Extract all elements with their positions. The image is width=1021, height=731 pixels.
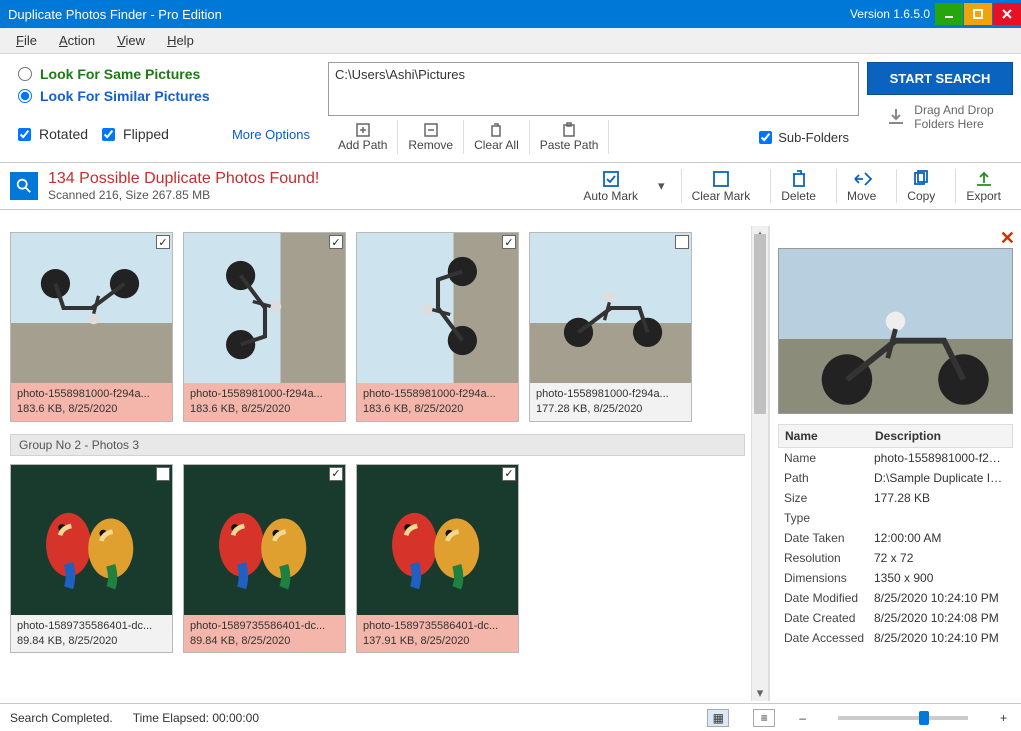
menu-help[interactable]: Help: [157, 31, 204, 50]
thumbnail-info: 137.91 KB, 8/25/2020: [363, 634, 512, 649]
paste-path-button[interactable]: Paste Path: [530, 120, 610, 154]
radio-same-pictures[interactable]: Look For Same Pictures: [18, 66, 310, 82]
radio-similar-pictures[interactable]: Look For Similar Pictures: [18, 88, 310, 104]
checkbox-rotated[interactable]: Rotated: [18, 126, 88, 142]
results-subtitle: Scanned 216, Size 267.85 MB: [48, 188, 563, 202]
thumbnail-filename: photo-1558981000-f294a...: [363, 387, 512, 402]
zoom-in-button[interactable]: +: [996, 711, 1011, 725]
vertical-scrollbar[interactable]: ▴ ▾: [751, 226, 769, 701]
thumbnail-filename: photo-1558981000-f294a...: [17, 387, 166, 402]
preview-row: Date Accessed8/25/2020 10:24:10 PM: [778, 628, 1013, 648]
titlebar: Duplicate Photos Finder - Pro Edition Ve…: [0, 0, 1021, 28]
preview-table-header: NameDescription: [778, 424, 1013, 448]
zoom-slider[interactable]: [838, 716, 968, 720]
checkbox-subfolders[interactable]: Sub-Folders: [759, 130, 859, 145]
preview-row: Date Created8/25/2020 10:24:08 PM: [778, 608, 1013, 628]
remove-path-button[interactable]: Remove: [398, 120, 464, 154]
thumbnail-card[interactable]: photo-1589735586401-dc...89.84 KB, 8/25/…: [183, 464, 346, 654]
dropdown-icon[interactable]: ▾: [658, 178, 671, 194]
thumbnail-filename: photo-1558981000-f294a...: [536, 387, 685, 402]
preview-row: Size177.28 KB: [778, 488, 1013, 508]
results-title: 134 Possible Duplicate Photos Found!: [48, 170, 563, 188]
path-entry: C:\Users\Ashi\Pictures: [335, 67, 465, 82]
group-header: Group No 2 - Photos 3: [10, 434, 745, 456]
thumbnail-checkbox[interactable]: [156, 235, 170, 249]
thumbnail-card[interactable]: photo-1558981000-f294a...183.6 KB, 8/25/…: [183, 232, 346, 422]
thumbnail-grid: photo-1558981000-f294a...183.6 KB, 8/25/…: [0, 226, 751, 701]
thumbnail-checkbox[interactable]: [329, 467, 343, 481]
start-search-button[interactable]: START SEARCH: [867, 62, 1013, 95]
preview-row: Dimensions1350 x 900: [778, 568, 1013, 588]
thumbnail-checkbox[interactable]: [675, 235, 689, 249]
close-button[interactable]: [993, 3, 1021, 25]
thumbnail-info: 89.84 KB, 8/25/2020: [190, 634, 339, 649]
delete-button[interactable]: Delete: [770, 169, 826, 203]
version-label: Version 1.6.5.0: [850, 7, 930, 21]
menu-action[interactable]: Action: [49, 31, 105, 50]
thumbnail-checkbox[interactable]: [502, 235, 516, 249]
preview-row: Namephoto-1558981000-f294a...: [778, 448, 1013, 468]
status-bar: Search Completed. Time Elapsed: 00:00:00…: [0, 703, 1021, 731]
thumbnail-info: 183.6 KB, 8/25/2020: [363, 402, 512, 417]
thumbnail-card[interactable]: photo-1589735586401-dc...137.91 KB, 8/25…: [356, 464, 519, 654]
thumbnail-card[interactable]: photo-1558981000-f294a...183.6 KB, 8/25/…: [10, 232, 173, 422]
thumbnail-filename: photo-1558981000-f294a...: [190, 387, 339, 402]
preview-row: PathD:\Sample Duplicate Ima...: [778, 468, 1013, 488]
path-list[interactable]: C:\Users\Ashi\Pictures: [328, 62, 859, 116]
thumbnail-card[interactable]: photo-1589735586401-dc...89.84 KB, 8/25/…: [10, 464, 173, 654]
drag-drop-hint: Drag And DropFolders Here: [867, 103, 1013, 131]
thumbnail-view-button[interactable]: ▦: [707, 709, 729, 727]
preview-image: [778, 248, 1013, 414]
preview-row: Type: [778, 508, 1013, 528]
more-options-link[interactable]: More Options: [232, 127, 310, 142]
preview-row: Resolution72 x 72: [778, 548, 1013, 568]
results-toolbar: 134 Possible Duplicate Photos Found! Sca…: [0, 163, 1021, 210]
move-button[interactable]: Move: [836, 169, 886, 203]
menu-view[interactable]: View: [107, 31, 155, 50]
thumbnail-checkbox[interactable]: [502, 467, 516, 481]
scrollbar-thumb[interactable]: [754, 234, 766, 414]
export-button[interactable]: Export: [955, 169, 1011, 203]
thumbnail-filename: photo-1589735586401-dc...: [17, 619, 166, 634]
menubar: File Action View Help: [0, 28, 1021, 54]
thumbnail-info: 183.6 KB, 8/25/2020: [190, 402, 339, 417]
scroll-down-icon[interactable]: ▾: [752, 685, 768, 701]
copy-button[interactable]: Copy: [896, 169, 945, 203]
status-message: Search Completed.: [10, 711, 113, 725]
close-preview-icon[interactable]: ✕: [1000, 228, 1015, 249]
list-view-button[interactable]: ≡: [753, 709, 775, 727]
clear-mark-button[interactable]: Clear Mark: [681, 169, 761, 203]
clear-all-button[interactable]: Clear All: [464, 120, 530, 154]
add-path-button[interactable]: Add Path: [328, 120, 398, 154]
maximize-button[interactable]: [964, 3, 992, 25]
thumbnail-info: 89.84 KB, 8/25/2020: [17, 634, 166, 649]
checkbox-flipped[interactable]: Flipped: [102, 126, 169, 142]
auto-mark-button[interactable]: Auto Mark: [573, 169, 648, 203]
minimize-button[interactable]: [935, 3, 963, 25]
zoom-out-button[interactable]: –: [795, 711, 810, 725]
thumbnail-info: 183.6 KB, 8/25/2020: [17, 402, 166, 417]
time-elapsed: Time Elapsed: 00:00:00: [133, 711, 259, 725]
thumbnail-info: 177.28 KB, 8/25/2020: [536, 402, 685, 417]
window-title: Duplicate Photos Finder - Pro Edition: [8, 7, 850, 22]
thumbnail-checkbox[interactable]: [329, 235, 343, 249]
thumbnail-filename: photo-1589735586401-dc...: [363, 619, 512, 634]
search-results-icon: [10, 172, 38, 200]
download-icon: [886, 107, 906, 127]
thumbnail-card[interactable]: photo-1558981000-f294a...177.28 KB, 8/25…: [529, 232, 692, 422]
thumbnail-filename: photo-1589735586401-dc...: [190, 619, 339, 634]
thumbnail-card[interactable]: photo-1558981000-f294a...183.6 KB, 8/25/…: [356, 232, 519, 422]
thumbnail-checkbox[interactable]: [156, 467, 170, 481]
preview-row: Date Taken12:00:00 AM: [778, 528, 1013, 548]
preview-panel: ✕ NameDescription Namephoto-1558981000-f…: [769, 226, 1021, 701]
preview-row: Date Modified8/25/2020 10:24:10 PM: [778, 588, 1013, 608]
options-panel: Look For Same Pictures Look For Similar …: [0, 54, 1021, 163]
menu-file[interactable]: File: [6, 31, 47, 50]
